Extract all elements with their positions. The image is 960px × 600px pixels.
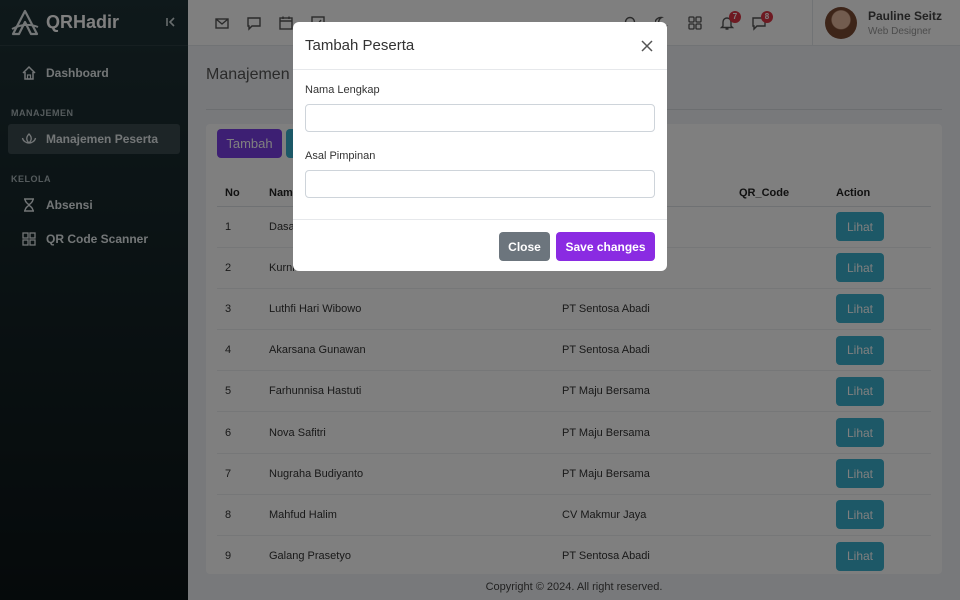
add-participant-modal: Tambah Peserta Nama Lengkap Asal Pimpina… bbox=[293, 22, 667, 271]
asal-pimpinan-label: Asal Pimpinan bbox=[305, 150, 376, 162]
close-button[interactable]: Close bbox=[499, 232, 550, 261]
asal-pimpinan-input[interactable] bbox=[305, 170, 655, 198]
nama-lengkap-label: Nama Lengkap bbox=[305, 84, 380, 96]
modal-body: Nama Lengkap Asal Pimpinan bbox=[293, 70, 667, 219]
modal-title: Tambah Peserta bbox=[305, 37, 415, 54]
save-changes-button[interactable]: Save changes bbox=[556, 232, 655, 261]
modal-footer: Close Save changes bbox=[293, 219, 667, 271]
modal-header: Tambah Peserta bbox=[293, 22, 667, 70]
close-icon[interactable] bbox=[639, 38, 655, 54]
nama-lengkap-input[interactable] bbox=[305, 104, 655, 132]
